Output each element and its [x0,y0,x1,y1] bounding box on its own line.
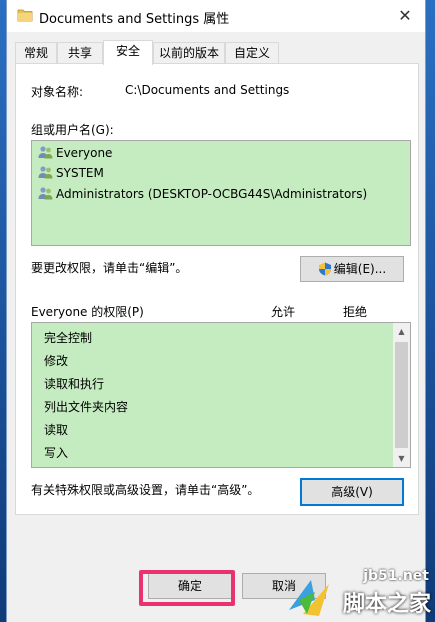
group-name: Everyone [56,146,113,160]
list-item[interactable]: 读取 [44,420,68,440]
object-name-value: C:\Documents and Settings [125,83,290,97]
tab-sharing[interactable]: 共享 [57,42,103,64]
advanced-settings-hint: 有关特殊权限或高级设置，请单击“高级”。 [31,483,260,497]
groups-list[interactable]: Everyone SYSTEM Administrators (DESKTOP-… [31,140,411,246]
advanced-button[interactable]: 高级(V) [300,478,404,506]
list-item[interactable]: 修改 [44,351,68,371]
edit-button[interactable]: 编辑(E)... [300,256,404,282]
group-name: Administrators (DESKTOP-OCBG44S\Administ… [56,187,368,201]
groups-label: 组或用户名(G): [31,123,114,137]
ok-button-highlight [139,570,235,606]
allow-column-header: 允许 [271,305,296,319]
permissions-scrollbar[interactable]: ▲ ▼ [393,323,410,467]
shield-icon [318,262,331,276]
object-name-label: 对象名称: [31,85,84,99]
tab-strip: 常规 共享 安全 以前的版本 自定义 [15,40,419,65]
list-item[interactable]: 列出文件夹内容 [44,397,128,417]
list-item[interactable]: SYSTEM [38,163,104,183]
watermark-name: 脚本之家 [342,592,431,617]
list-item[interactable]: 完全控制 [44,328,92,348]
list-item[interactable]: Everyone [38,143,112,163]
close-icon[interactable]: ✕ [391,4,419,28]
tab-previous-versions[interactable]: 以前的版本 [153,42,225,64]
change-permissions-hint: 要更改权限，请单击“编辑”。 [31,261,188,275]
tab-general[interactable]: 常规 [15,42,57,64]
tab-customize[interactable]: 自定义 [225,42,279,64]
users-icon [38,166,53,179]
title-bar[interactable]: Documents and Settings 属性 ✕ [7,0,425,32]
properties-dialog: Documents and Settings 属性 ✕ 常规 共享 安全 以前的… [6,0,426,622]
edit-button-label: 编辑(E)... [333,262,387,276]
users-icon [38,146,53,159]
watermark-site: jb51.net [363,568,429,584]
window-title: Documents and Settings 属性 [39,12,230,27]
users-icon [38,187,53,200]
deny-column-header: 拒绝 [343,305,368,319]
scroll-down-icon[interactable]: ▼ [393,450,410,467]
group-name: SYSTEM [56,166,104,180]
permissions-list[interactable]: 完全控制 修改 读取和执行 列出文件夹内容 读取 写入 ▲ ▼ [31,322,411,468]
tab-security[interactable]: 安全 [103,40,153,65]
site-watermark: jb51.net 脚本之家 [285,562,435,622]
list-item[interactable]: 写入 [44,443,68,463]
watermark-logo-icon [289,580,329,616]
permissions-label: Everyone 的权限(P) [31,305,144,319]
list-item[interactable]: 读取和执行 [44,374,104,394]
list-item[interactable]: Administrators (DESKTOP-OCBG44S\Administ… [38,184,367,204]
scroll-up-icon[interactable]: ▲ [393,323,410,340]
folder-icon [17,9,33,22]
scroll-thumb[interactable] [395,342,408,448]
